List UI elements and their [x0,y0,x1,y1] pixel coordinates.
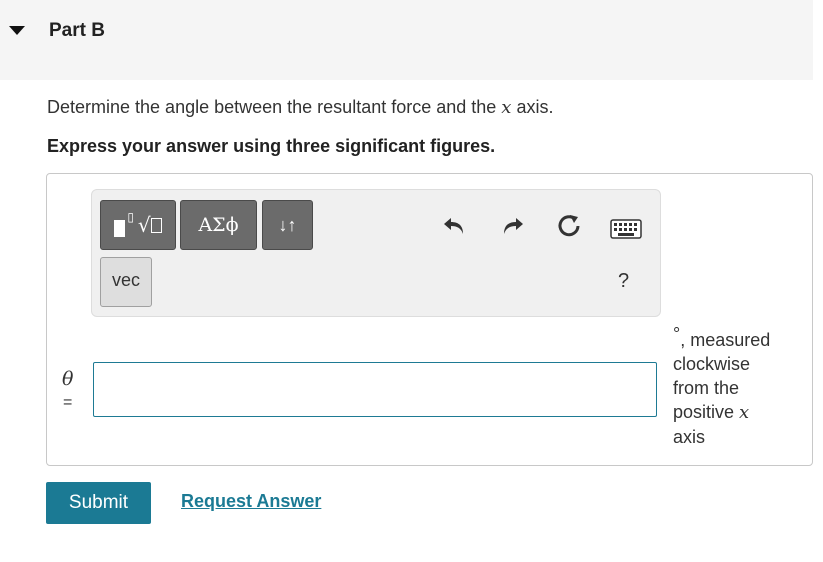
units-line-5: axis [673,427,706,447]
degree-symbol: ° [673,324,681,344]
equals-sign: = [63,394,73,411]
question-prompt: Determine the angle between the resultan… [47,97,553,118]
units-line-2: clockwise [673,354,751,374]
vec-button[interactable]: vec [100,257,152,307]
collapse-caret-icon[interactable] [9,26,25,35]
question-variable: x [501,97,512,118]
greek-symbols-button[interactable]: ΑΣϕ [180,200,257,250]
math-toolbar [91,189,661,317]
units-line-1: , measured [680,330,771,350]
templates-icon: ▯ √ [114,210,162,237]
arrows-button[interactable]: ↓↑ [262,200,313,250]
keyboard-icon[interactable] [610,218,642,240]
request-answer-link[interactable]: Request Answer [181,491,321,512]
templates-button[interactable]: ▯ √ [100,200,176,250]
answer-instruction: Express your answer using three signific… [47,136,496,156]
undo-icon[interactable] [441,212,469,240]
units-line-3: from the [673,378,740,398]
help-button[interactable]: ? [618,270,629,293]
answer-units: °, measured clockwise from the positive … [673,324,793,449]
question-text-after: axis. [511,97,554,117]
redo-icon[interactable] [498,212,526,240]
submit-button[interactable]: Submit [46,482,151,524]
part-header[interactable]: Part B [0,0,813,80]
units-line-4: positive [673,402,740,422]
reset-icon[interactable] [554,211,584,241]
answer-variable: θ [62,368,74,390]
question-text-before: Determine the angle between the resultan… [47,97,502,117]
units-variable: x [739,402,750,423]
answer-input[interactable] [93,362,657,417]
part-title: Part B [49,20,105,41]
